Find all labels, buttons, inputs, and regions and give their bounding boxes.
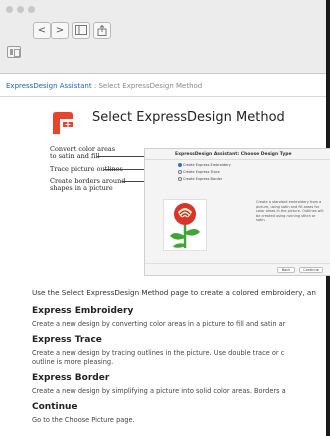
- window-toolbar: < >: [0, 0, 330, 74]
- section-title-continue: Continue: [32, 402, 78, 412]
- callout-border: Create borders around shapes in a pictur…: [50, 177, 126, 192]
- section-title-embroidery: Express Embroidery: [32, 306, 134, 316]
- radio-selected-icon: [178, 163, 182, 167]
- radio-icon: [178, 170, 182, 174]
- sidebar-icon: [75, 25, 87, 35]
- breadcrumb-current: Select ExpressDesign Method: [98, 82, 203, 90]
- dialog-screenshot: ExpressDesign Assistant: Choose Design T…: [144, 148, 330, 276]
- dialog-footer: Back Continue: [145, 263, 330, 275]
- expressdesign-logo-icon: [53, 112, 73, 134]
- share-button[interactable]: [93, 22, 111, 39]
- section-desc-trace-cont: outline is more pleasing.: [32, 358, 114, 366]
- breadcrumb: ExpressDesign Assistant : Select Express…: [6, 82, 202, 90]
- section-desc-continue: Go to the Choose Picture page.: [32, 416, 135, 424]
- dialog-continue-button: Continue: [299, 267, 323, 273]
- dialog-option-trace: Create Express Trace: [178, 170, 220, 174]
- radio-icon: [178, 177, 182, 181]
- callout-embroidery: Convert color areas to satin and fill: [50, 145, 116, 160]
- dialog-header: ExpressDesign Assistant: Choose Design T…: [145, 149, 330, 160]
- rose-image: [170, 203, 200, 248]
- breadcrumb-link[interactable]: ExpressDesign Assistant: [6, 82, 92, 90]
- dialog-back-button: Back: [277, 267, 295, 273]
- topics-sidebar-button[interactable]: [7, 46, 21, 58]
- minimize-window-button[interactable]: [17, 6, 24, 13]
- dialog-description: Create a standard embroidery from a pict…: [256, 200, 324, 222]
- dialog-option-embroidery: Create Express Embroidery: [178, 163, 231, 167]
- close-window-button[interactable]: [6, 6, 13, 13]
- zoom-window-button[interactable]: [28, 6, 35, 13]
- section-desc-trace: Create a new design by tracing outlines …: [32, 349, 285, 357]
- section-desc-border: Create a new design by simplifying a pic…: [32, 387, 286, 395]
- page-title: Select ExpressDesign Method: [92, 110, 285, 125]
- back-button[interactable]: <: [33, 22, 51, 39]
- intro-text: Use the Select ExpressDesign Method page…: [32, 288, 316, 297]
- forward-button[interactable]: >: [51, 22, 69, 39]
- sidebar-toggle-button[interactable]: [72, 22, 90, 39]
- divider: [0, 96, 326, 97]
- section-title-border: Express Border: [32, 373, 110, 383]
- section-title-trace: Express Trace: [32, 335, 102, 345]
- breadcrumb-separator: :: [93, 82, 97, 90]
- rose-picture: [163, 199, 207, 251]
- dialog-option-border: Create Express Border: [178, 177, 222, 181]
- share-icon: [97, 24, 107, 36]
- section-desc-embroidery: Create a new design by converting color …: [32, 320, 286, 328]
